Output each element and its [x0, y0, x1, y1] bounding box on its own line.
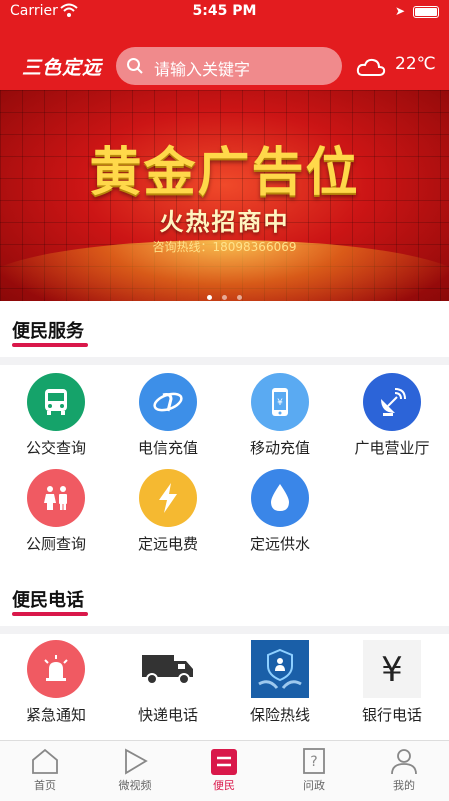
location-arrow-icon: ➤: [394, 4, 405, 18]
telecom-icon: [139, 373, 197, 431]
service-label: 公交查询: [25, 439, 86, 457]
service-bus[interactable]: 公交查询: [0, 373, 112, 458]
svg-text:¥: ¥: [381, 650, 403, 689]
tab-service[interactable]: 便民: [179, 741, 269, 793]
banner-subheadline: 火热招商中: [159, 208, 290, 236]
services-title: 便民服务: [12, 321, 84, 342]
search-placeholder: 请输入关键字: [154, 60, 251, 79]
carousel-indicator[interactable]: [0, 285, 449, 301]
bottom-tab-bar: 首页 微视频 便民 ? 问政 我的: [0, 740, 449, 801]
phone-label: 银行电话: [361, 706, 422, 724]
user-icon: [359, 741, 449, 775]
divider: [0, 357, 449, 365]
play-icon: [90, 741, 180, 775]
question-doc-icon: ?: [269, 741, 359, 775]
service-electricity[interactable]: 定远电费: [112, 469, 224, 554]
insurance-shield-icon: [251, 640, 309, 698]
title-underline: [12, 343, 88, 347]
service-water[interactable]: 定远供水: [224, 469, 336, 554]
svg-text:¥: ¥: [277, 398, 283, 408]
water-drop-icon: [251, 469, 309, 527]
bus-icon: [27, 373, 85, 431]
phone-insurance[interactable]: 保险热线: [224, 640, 336, 725]
cloud-icon: [356, 57, 386, 81]
tab-label: 我的: [393, 779, 415, 792]
tab-label: 首页: [34, 779, 56, 792]
service-icon: [179, 741, 269, 775]
lightning-icon: [139, 469, 197, 527]
tab-video[interactable]: 微视频: [90, 741, 180, 793]
phone-label: 保险热线: [249, 706, 310, 724]
phone-label: 紧急通知: [25, 706, 86, 724]
phone-emergency[interactable]: 紧急通知: [0, 640, 112, 725]
banner-hotline: 咨询热线：18098366069: [152, 240, 297, 254]
status-time: 5:45 PM: [192, 3, 257, 19]
banner-headline: 黄金广告位: [89, 142, 360, 203]
service-label: 定远电费: [137, 535, 198, 553]
service-label: 电信充值: [137, 439, 198, 457]
phones-section-header: 便民电话: [0, 570, 449, 626]
services-grid: 公交查询 电信充值 ¥ 移动充值 广电营业厅 公厕查询 定远电费 定远供水: [0, 365, 449, 570]
app-header: 三色定远 请输入关键字 22℃: [0, 24, 449, 90]
service-telecom[interactable]: 电信充值: [112, 373, 224, 458]
carousel-dot[interactable]: [237, 295, 242, 300]
service-broadcast[interactable]: 广电营业厅: [336, 373, 448, 458]
tab-home[interactable]: 首页: [0, 741, 90, 793]
app-logo: 三色定远: [22, 57, 103, 79]
status-bar: Carrier 5:45 PM ➤: [0, 0, 449, 24]
divider: [0, 626, 449, 634]
ad-banner[interactable]: 黄金广告位 火热招商中 咨询热线：18098366069: [0, 90, 449, 301]
tab-label: 便民: [213, 779, 235, 792]
svg-text:?: ?: [310, 754, 317, 770]
carousel-dot[interactable]: [222, 295, 227, 300]
tab-label: 微视频: [118, 779, 152, 792]
alarm-light-icon: [27, 640, 85, 698]
service-mobile[interactable]: ¥ 移动充值: [224, 373, 336, 458]
mobile-phone-icon: ¥: [251, 373, 309, 431]
phones-title: 便民电话: [12, 590, 84, 611]
satellite-dish-icon: [363, 373, 421, 431]
restroom-icon: [27, 469, 85, 527]
tab-label: 问政: [303, 779, 325, 792]
yen-icon: ¥: [363, 640, 421, 698]
battery-icon: [413, 6, 439, 18]
services-section-header: 便民服务: [0, 301, 449, 357]
search-icon: [126, 57, 144, 79]
phone-label: 快递电话: [137, 706, 198, 724]
service-restroom[interactable]: 公厕查询: [0, 469, 112, 554]
delivery-truck-icon: [139, 640, 197, 698]
title-underline: [12, 612, 88, 616]
service-label: 定远供水: [249, 535, 310, 553]
service-label: 广电营业厅: [354, 439, 430, 457]
carousel-dot[interactable]: [207, 295, 212, 300]
service-label: 公厕查询: [25, 535, 86, 553]
service-label: 移动充值: [249, 439, 310, 457]
home-icon: [0, 741, 90, 775]
phone-express[interactable]: 快递电话: [112, 640, 224, 725]
tab-inquiry[interactable]: ? 问政: [269, 741, 359, 793]
search-input[interactable]: 请输入关键字: [116, 47, 342, 85]
tab-profile[interactable]: 我的: [359, 741, 449, 793]
temperature: 22℃: [395, 54, 436, 74]
phone-bank[interactable]: ¥ 银行电话: [336, 640, 448, 725]
phones-grid: 紧急通知 快递电话 保险热线 ¥ 银行电话: [0, 634, 449, 740]
